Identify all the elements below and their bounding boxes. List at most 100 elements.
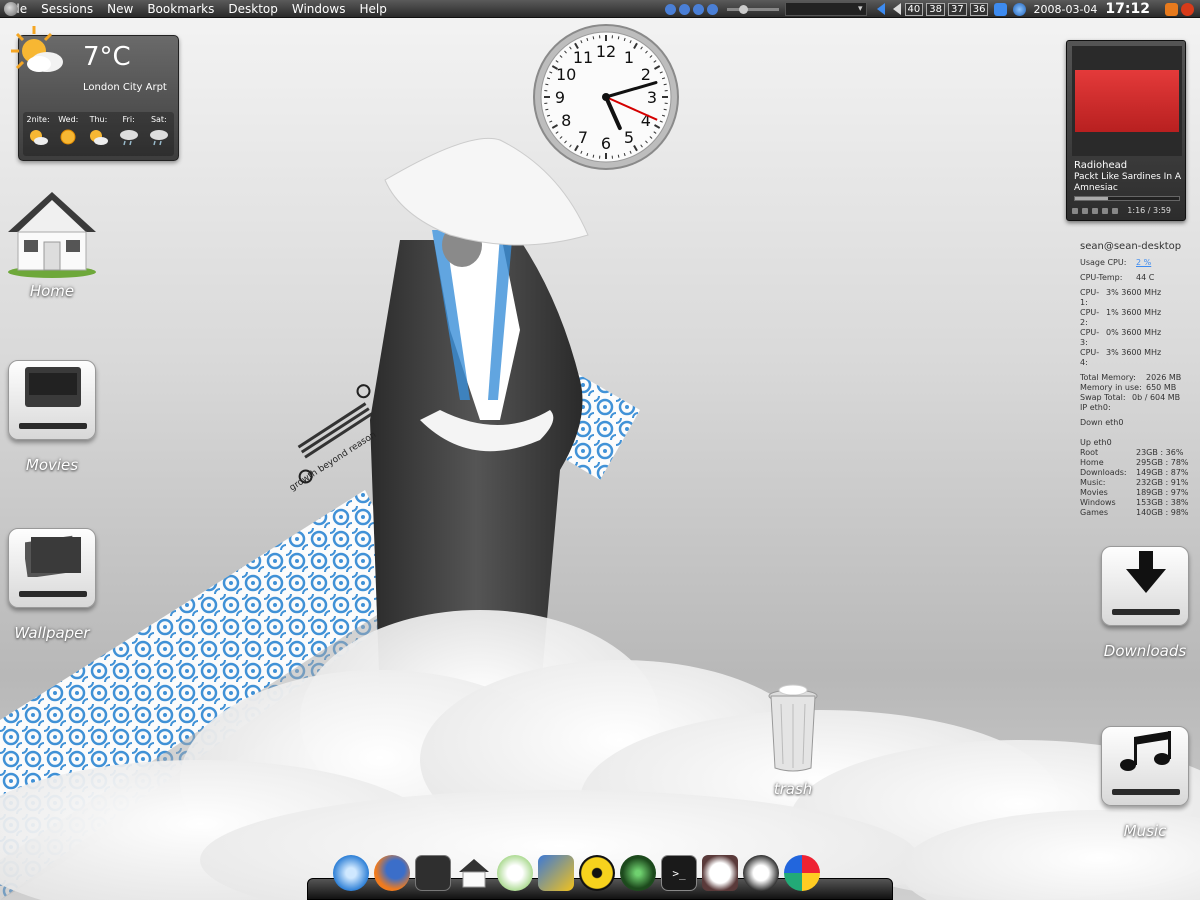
desktop-pager-4[interactable]: 36 <box>969 2 989 16</box>
track-title: Packt Like Sardines In A Crushd Tin Box <box>1074 172 1182 182</box>
clock-display[interactable]: 17:12 <box>1105 1 1150 17</box>
radiation-icon[interactable] <box>579 855 615 891</box>
current-temperature: 7°C <box>83 42 131 72</box>
clock-numeral: 8 <box>561 111 571 130</box>
network-up-label: Up eth0 <box>1080 438 1112 447</box>
desktop-icon-movies[interactable]: Movies <box>6 360 98 474</box>
disk-row: Movies 189GB : 97% <box>1080 488 1192 498</box>
partly-cloudy-icon <box>90 130 109 145</box>
menu-sessions[interactable]: Sessions <box>34 2 100 16</box>
top-menubar: File Sessions New Bookmarks Desktop Wind… <box>0 0 1200 18</box>
drive-slot <box>19 591 87 597</box>
download-arrow-icon <box>1126 551 1166 593</box>
volume-slider-knob[interactable] <box>738 4 748 14</box>
clock-tick <box>545 108 549 111</box>
stop-icon[interactable] <box>692 3 704 15</box>
next-icon[interactable] <box>706 3 718 15</box>
menu-bookmarks[interactable]: Bookmarks <box>140 2 221 16</box>
clock-tick <box>545 83 549 86</box>
color-wheel-icon[interactable] <box>784 855 820 891</box>
safari-compass-icon[interactable] <box>333 855 369 891</box>
photo-stack-icon <box>25 535 81 577</box>
window-list-dropdown[interactable]: ▾ <box>784 2 867 16</box>
network-globe-icon[interactable] <box>1013 2 1027 16</box>
clock-numeral: 9 <box>555 88 565 107</box>
desktop-icon-downloads[interactable]: Downloads <box>1099 546 1191 660</box>
forecast-day: Fri: <box>115 112 143 156</box>
drive-icon <box>8 528 96 608</box>
cpu-temp-label: CPU-Temp: <box>1080 273 1123 282</box>
update-icon[interactable] <box>743 855 779 891</box>
stop-icon[interactable] <box>1102 208 1108 214</box>
forecast-day: Thu: <box>84 112 112 156</box>
desktop-icon-downloads-label: Downloads <box>1103 642 1187 660</box>
cpu-usage-label: Usage CPU: <box>1080 258 1127 267</box>
clock-center-pin <box>602 93 610 101</box>
menu-help[interactable]: Help <box>352 2 393 16</box>
shield-icon[interactable] <box>994 2 1008 16</box>
network-globe-icon[interactable] <box>620 855 656 891</box>
memory-label: IP eth0: <box>1080 403 1111 412</box>
itunes-icon[interactable] <box>497 855 533 891</box>
previous-icon[interactable] <box>664 3 676 15</box>
kde-menu-icon[interactable] <box>4 2 18 16</box>
next-icon[interactable] <box>1112 208 1118 214</box>
memory-value: 650 MB <box>1146 383 1177 392</box>
weather-widget[interactable]: 7°C London City Arpt 2nite: Wed: Thu: Fr… <box>11 26 179 161</box>
disk-value: 189GB : 97% <box>1136 488 1189 497</box>
album-name: Amnesiac <box>1074 183 1118 193</box>
menu-windows[interactable]: Windows <box>285 2 353 16</box>
cpu-row: CPU-2: 1% 3600 MHz <box>1080 308 1192 328</box>
firefox-icon[interactable] <box>374 855 410 891</box>
stopwatch-icon[interactable] <box>702 855 738 891</box>
desktop-pager-2[interactable]: 38 <box>926 2 946 16</box>
notification-icon[interactable] <box>1165 2 1178 16</box>
date-display[interactable]: 2008-03-04 <box>1033 3 1097 16</box>
analog-clock-widget[interactable]: 12 1234567891011 <box>531 23 681 171</box>
memory-value: 0b / 604 MB <box>1132 393 1181 402</box>
clock-tick <box>617 154 620 158</box>
disk-row: Root 23GB : 36% <box>1080 448 1192 458</box>
clock-numeral: 12 <box>596 42 616 61</box>
desktop-icon-music[interactable]: Music <box>1099 726 1191 840</box>
back-arrow-icon[interactable] <box>892 3 901 15</box>
menu-desktop[interactable]: Desktop <box>221 2 285 16</box>
weather-forecast: 2nite: Wed: Thu: Fri: Sat: <box>23 112 174 156</box>
desktop-pager-3[interactable]: 37 <box>948 2 967 16</box>
pause-icon[interactable] <box>1092 208 1098 214</box>
desktop-icon-wallpaper[interactable]: Wallpaper <box>6 528 98 642</box>
desktop-icon-home[interactable]: Home <box>2 188 102 300</box>
desktop-icon-trash-label: trash <box>773 780 813 798</box>
partly-cloudy-icon <box>11 26 63 72</box>
pause-icon[interactable] <box>678 3 690 15</box>
player-controls <box>1072 208 1118 214</box>
memory-value: 2026 MB <box>1146 373 1182 382</box>
film-icon <box>25 367 81 407</box>
clock-numeral: 7 <box>578 128 588 147</box>
media-player-icon[interactable] <box>538 855 574 891</box>
now-playing-widget[interactable]: Radiohead Packt Like Sardines In A Crush… <box>1066 40 1186 221</box>
weather-location: London City Arpt <box>83 82 167 93</box>
memory-label: Total Memory: <box>1080 373 1136 382</box>
rain-cloud-icon <box>149 130 168 146</box>
sunny-icon <box>60 129 76 145</box>
disk-row: Downloads: 149GB : 87% <box>1080 468 1192 478</box>
disk-label: Root <box>1080 448 1099 457</box>
desktop-pager-1[interactable]: 40 <box>904 2 924 16</box>
collapse-arrow-icon[interactable] <box>876 3 885 15</box>
play-icon[interactable] <box>1082 208 1088 214</box>
power-icon[interactable] <box>1181 2 1194 16</box>
clock-numeral: 10 <box>556 65 576 84</box>
forecast-day-label: Wed: <box>58 115 79 124</box>
menu-new[interactable]: New <box>100 2 140 16</box>
volume-slider[interactable] <box>726 4 779 14</box>
clock-numeral: 3 <box>647 88 657 107</box>
system-monitor-widget: sean@sean-desktop Usage CPU: 2 % CPU-Tem… <box>1080 242 1192 518</box>
cpu-usage-value: 2 % <box>1136 258 1152 267</box>
film-icon[interactable] <box>415 855 451 891</box>
desktop-icon-trash[interactable]: trash <box>760 684 826 798</box>
home-icon[interactable] <box>456 855 492 891</box>
terminal-icon[interactable]: >_ <box>661 855 697 891</box>
previous-icon[interactable] <box>1072 208 1078 214</box>
playback-progress-bar[interactable] <box>1074 196 1180 201</box>
